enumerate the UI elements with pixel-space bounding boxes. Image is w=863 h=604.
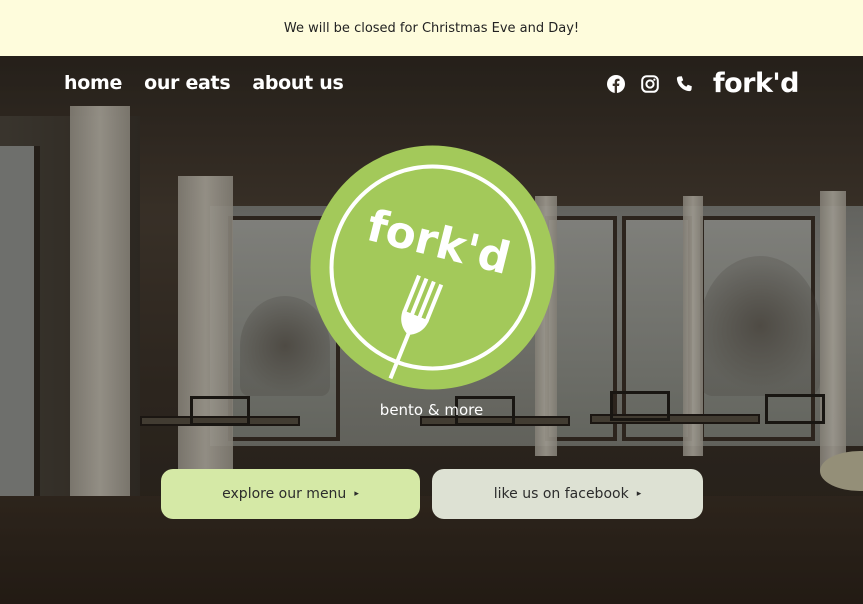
announcement-banner: We will be closed for Christmas Eve and … <box>0 0 863 56</box>
main-nav: home our eats about us <box>64 72 344 94</box>
caret-right-icon: ▸ <box>636 489 642 499</box>
caret-right-icon: ▸ <box>354 489 359 499</box>
explore-menu-label: explore our menu <box>222 486 347 502</box>
header-right: fork'd <box>606 68 800 99</box>
facebook-icon[interactable] <box>606 74 625 93</box>
nav-home[interactable]: home <box>64 72 122 94</box>
nav-our-eats[interactable]: our eats <box>144 72 231 94</box>
tagline: bento & more <box>379 401 484 419</box>
explore-menu-button[interactable]: explore our menu ▸ <box>161 469 420 519</box>
facebook-link-button[interactable]: like us on facebook ▸ <box>432 469 703 519</box>
instagram-icon[interactable] <box>641 74 659 93</box>
forkd-logo: fork'd <box>310 145 555 390</box>
nav-about-us[interactable]: about us <box>252 72 343 94</box>
brand-wordmark[interactable]: fork'd <box>713 68 800 99</box>
phone-icon[interactable] <box>675 75 693 93</box>
announcement-text: We will be closed for Christmas Eve and … <box>283 20 580 36</box>
facebook-link-label: like us on facebook <box>493 486 629 502</box>
